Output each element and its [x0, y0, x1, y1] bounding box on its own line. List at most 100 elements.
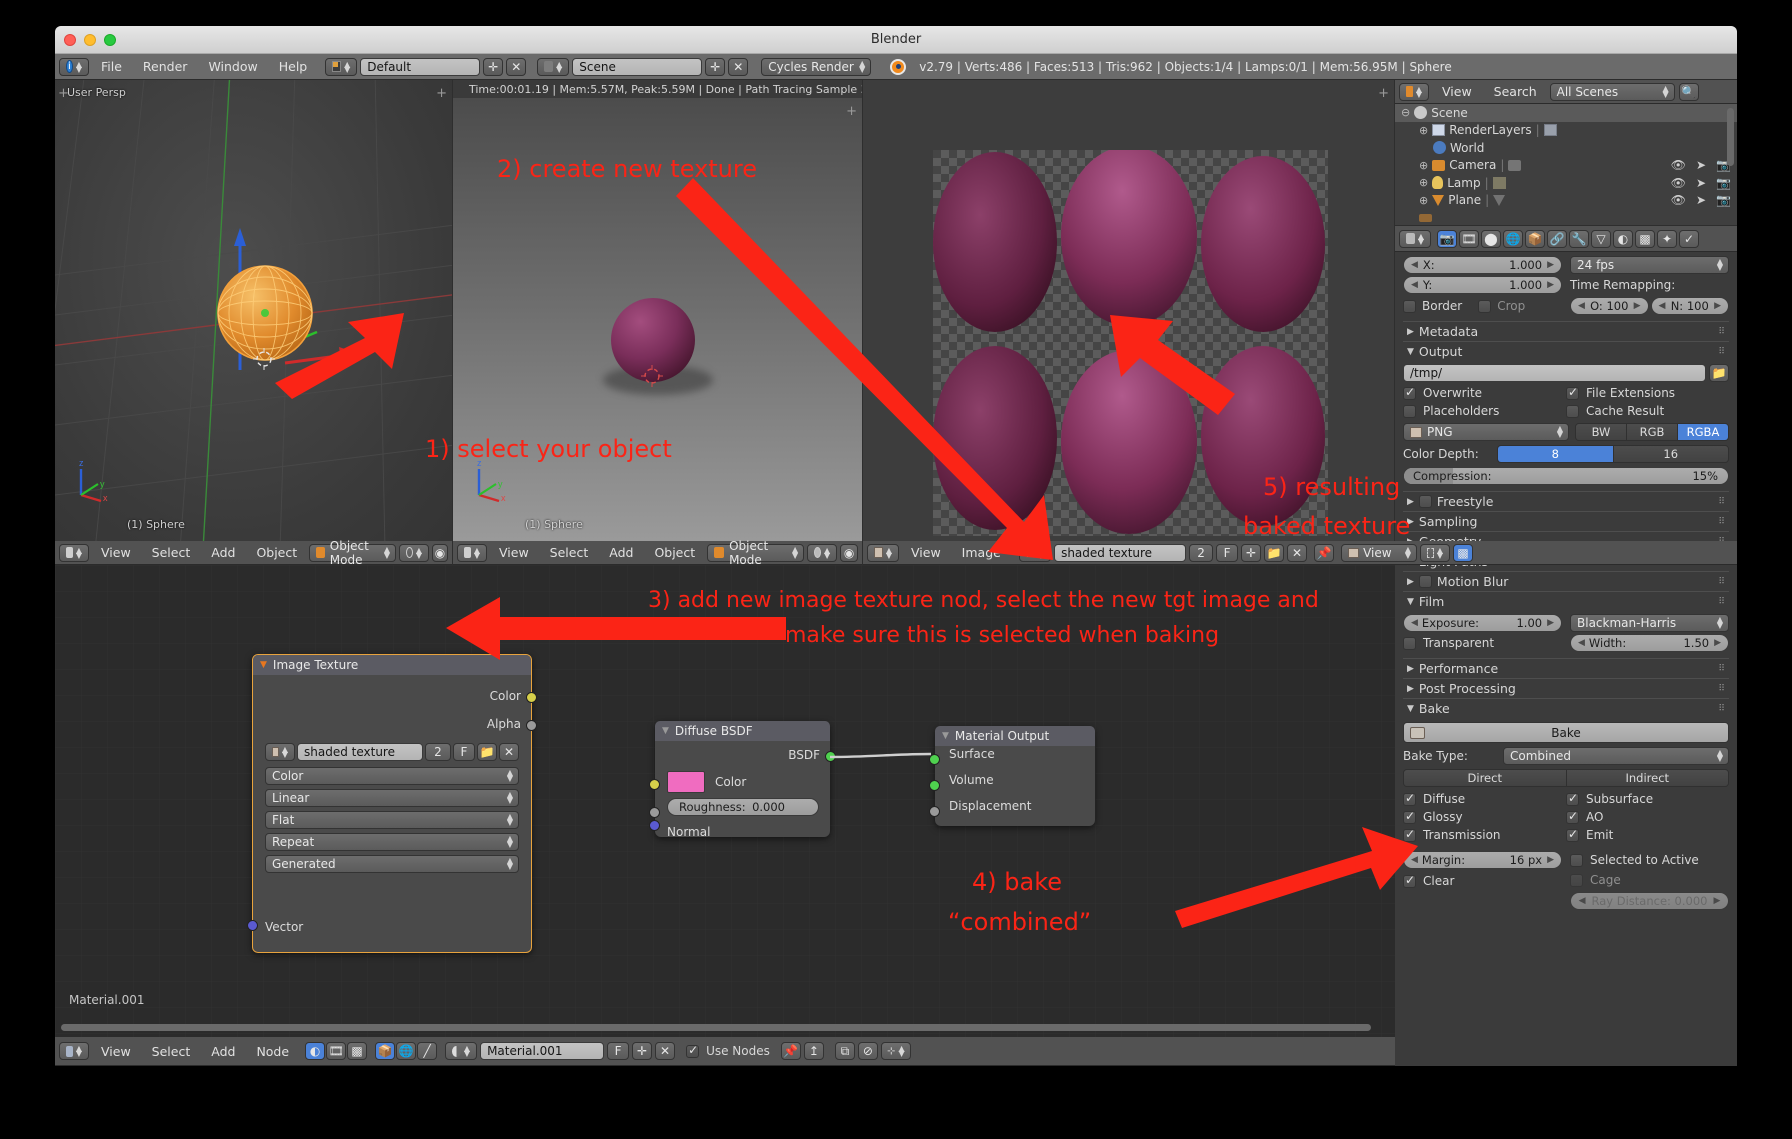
node-hscrollbar[interactable] — [61, 1024, 1371, 1031]
outliner-item-scene[interactable]: ⊖ Scene — [1395, 104, 1737, 122]
uv-image-fakeuser-button[interactable]: F — [1216, 543, 1239, 562]
cage-checkbox[interactable] — [1570, 873, 1583, 887]
material-new-icon[interactable]: ✛ — [632, 1042, 653, 1060]
increment-icon[interactable]: ▶ — [1547, 280, 1554, 290]
editor-type-properties-icon[interactable]: ▲ ▼ — [1399, 229, 1431, 248]
tab-world-icon[interactable]: 🌐 — [1503, 229, 1523, 248]
panel-bake[interactable]: ▼ Bake ⠿ — [1403, 698, 1729, 718]
restrict-render-icon[interactable]: 📷 — [1716, 193, 1731, 207]
tab-render-layers-icon[interactable]: 🎞 — [1459, 229, 1479, 248]
panel-performance[interactable]: ▶ Performance ⠿ — [1403, 658, 1729, 678]
vp-left-mode-dropdown[interactable]: Object Mode ▲ ▼ — [309, 539, 397, 567]
panel-grip-icon[interactable]: ⠿ — [1718, 684, 1729, 694]
menu-help[interactable]: Help — [270, 59, 317, 74]
material-name-field[interactable]: Material.001 — [480, 1042, 605, 1060]
toolshelf-expand-mid-icon[interactable]: + — [846, 104, 857, 119]
shader-nodes-tab-icon[interactable]: ◐ — [305, 1042, 326, 1060]
vp-mid-menu-add[interactable]: Add — [600, 545, 642, 560]
decrement-icon[interactable]: ◀ — [1411, 260, 1418, 270]
outliner-display-mode-dropdown[interactable]: All Scenes ▲ ▼ — [1549, 82, 1675, 101]
freestyle-checkbox[interactable] — [1418, 495, 1432, 508]
editor-type-nodeeditor-icon[interactable]: ▲ ▼ — [59, 1042, 89, 1060]
render-engine-dropdown[interactable]: Cycles Render ▲ ▼ — [761, 57, 872, 76]
material-fakeuser-button[interactable]: F — [607, 1042, 630, 1060]
viewport-3d-mid[interactable]: Time:00:01.19 | Mem:5.57M, Peak:5.59M | … — [453, 80, 862, 541]
color-depth-8[interactable]: 8 — [1498, 446, 1614, 462]
compression-slider[interactable]: Compression: 15% — [1403, 467, 1729, 485]
panel-freestyle[interactable]: ▶ Freestyle ⠿ — [1403, 491, 1729, 511]
outliner-menu-search[interactable]: Search — [1485, 84, 1546, 99]
scene-icon[interactable]: ▲ ▼ — [537, 57, 570, 76]
delete-screen-button[interactable]: ✕ — [506, 57, 527, 76]
expand-icon[interactable]: ⊕ — [1419, 159, 1428, 172]
output-path-field[interactable]: /tmp/ — [1403, 364, 1706, 382]
delete-scene-button[interactable]: ✕ — [728, 57, 749, 76]
node-menu-view[interactable]: View — [92, 1044, 140, 1059]
tab-scene-icon[interactable]: ⬤ — [1481, 229, 1501, 248]
color-mode-segment[interactable]: BW RGB RGBA — [1575, 423, 1729, 441]
color-mode-bw[interactable]: BW — [1576, 424, 1627, 440]
exposure-field[interactable]: ◀ Exposure: 1.00 ▶ — [1403, 614, 1562, 632]
uv-image-name-field[interactable]: shaded texture — [1054, 543, 1187, 562]
outliner-item-partial[interactable] — [1395, 209, 1737, 225]
decrement-icon[interactable]: ◀ — [1411, 280, 1418, 290]
glossy-checkbox[interactable] — [1403, 809, 1416, 824]
resolution-y-field[interactable]: ◀ Y: 1.000 ▶ — [1403, 276, 1562, 294]
outliner-scrollbar[interactable] — [1727, 108, 1734, 166]
vp-left-pivot-icon[interactable]: ◉ — [432, 543, 448, 562]
editor-type-uvimage-icon[interactable]: ▲ ▼ — [867, 543, 899, 562]
increment-icon[interactable]: ▶ — [1547, 855, 1554, 865]
node-goto-parent-icon[interactable]: ↥ — [803, 1042, 824, 1060]
clear-checkbox[interactable] — [1403, 873, 1416, 888]
color-mode-rgb[interactable]: RGB — [1627, 424, 1678, 440]
color-depth-16[interactable]: 16 — [1613, 446, 1728, 462]
restrict-select-icon[interactable]: ➤ — [1696, 176, 1706, 190]
increment-icon[interactable]: ▶ — [1714, 301, 1721, 311]
uv-menu-view[interactable]: View — [902, 545, 950, 560]
border-checkbox[interactable] — [1403, 299, 1416, 313]
restrict-view-icon[interactable]: 👁 — [1671, 158, 1686, 172]
window-traffic-lights[interactable] — [64, 34, 116, 46]
time-remap-old-field[interactable]: ◀ O: 100 ▶ — [1570, 297, 1649, 315]
increment-icon[interactable]: ▶ — [1714, 638, 1721, 648]
panel-post-processing[interactable]: ▶ Post Processing ⠿ — [1403, 678, 1729, 698]
vp-left-menu-view[interactable]: View — [92, 545, 140, 560]
decrement-icon[interactable]: ◀ — [1579, 896, 1586, 906]
outliner-item-plane[interactable]: ⊕ Plane | 👁 ➤ 📷 — [1395, 192, 1737, 210]
vp-mid-mode-dropdown[interactable]: Object Mode ▲ ▼ — [707, 539, 805, 567]
tab-particles-icon[interactable]: ✦ — [1657, 229, 1677, 248]
editor-type-3dview-icon[interactable]: ▲ ▼ — [457, 543, 487, 562]
ray-distance-field[interactable]: ◀ Ray Distance: 0.000 ▶ — [1570, 892, 1729, 910]
panel-sampling[interactable]: ▶ Sampling ⠿ — [1403, 511, 1729, 531]
screen-layout-icon[interactable]: ▲ ▼ — [325, 57, 358, 76]
uv-pivot-dropdown[interactable]: ▲ ▼ — [1420, 543, 1451, 562]
toolshelf-expand-left-icon[interactable]: + — [436, 86, 447, 101]
bake-button[interactable]: Bake — [1403, 722, 1729, 743]
outliner-item-renderlayers[interactable]: ⊕ RenderLayers | — [1395, 122, 1737, 140]
node-snap-mode-dropdown[interactable]: ⊹ ▲ ▼ — [880, 1042, 911, 1060]
uv-image-open-icon[interactable]: 📁 — [1264, 543, 1285, 562]
transmission-checkbox[interactable] — [1403, 827, 1416, 842]
vp-mid-shading-dropdown[interactable]: ▲ ▼ — [807, 543, 838, 562]
motion-blur-checkbox[interactable] — [1418, 575, 1432, 588]
shader-type-world-icon[interactable]: 🌐 — [396, 1042, 417, 1060]
bake-type-dropdown[interactable]: Combined ▲ ▼ — [1503, 747, 1729, 765]
compositor-nodes-tab-icon[interactable]: 🎞 — [326, 1042, 347, 1060]
margin-field[interactable]: ◀ Margin: 16 px ▶ — [1403, 851, 1562, 869]
restrict-view-icon[interactable]: 👁 — [1671, 193, 1686, 207]
selected-to-active-checkbox[interactable] — [1570, 853, 1583, 867]
file-format-dropdown[interactable]: PNG ▲ ▼ — [1403, 423, 1569, 441]
panel-grip-icon[interactable]: ⠿ — [1718, 347, 1729, 357]
restrict-select-icon[interactable]: ➤ — [1696, 158, 1706, 172]
file-extensions-checkbox[interactable] — [1566, 385, 1579, 400]
tab-physics-icon[interactable]: ✓ — [1679, 229, 1699, 248]
vp-left-menu-add[interactable]: Add — [202, 545, 244, 560]
node-backdrop-icon[interactable]: ⧉ — [834, 1042, 855, 1060]
menu-window[interactable]: Window — [199, 59, 266, 74]
menu-render[interactable]: Render — [134, 59, 197, 74]
frame-rate-dropdown[interactable]: 24 fps ▲ ▼ — [1570, 256, 1729, 274]
decrement-icon[interactable]: ◀ — [1578, 301, 1585, 311]
decrement-icon[interactable]: ◀ — [1659, 301, 1666, 311]
panel-film[interactable]: ▼ Film ⠿ — [1403, 591, 1729, 611]
screen-layout-field[interactable]: Default — [360, 57, 481, 76]
